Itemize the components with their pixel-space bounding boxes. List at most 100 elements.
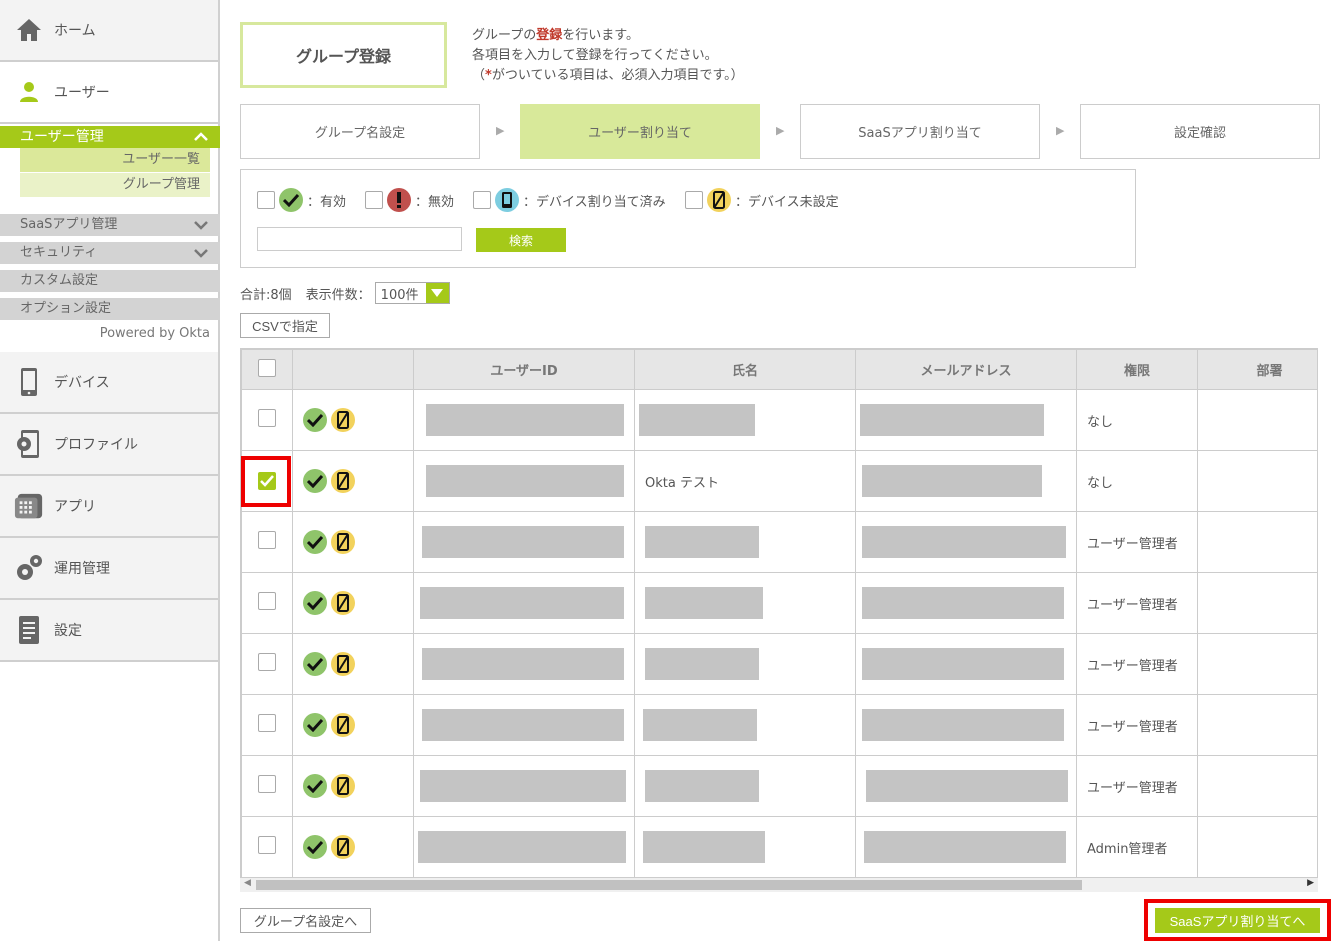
- desc-rest: がついている項目は、必須入力項目です。）: [491, 68, 744, 83]
- valid-check-icon: [303, 591, 327, 615]
- department-cell: [1197, 450, 1317, 512]
- search-input[interactable]: [257, 227, 462, 251]
- device-unset-icon: [331, 591, 355, 615]
- select-all-checkbox[interactable]: [258, 358, 276, 377]
- csv-button[interactable]: CSVで指定: [240, 313, 330, 338]
- filter-invalid-checkbox[interactable]: [365, 191, 383, 209]
- row-select-cell[interactable]: [241, 389, 293, 451]
- row-checkbox[interactable]: [258, 714, 276, 732]
- row-checkbox[interactable]: [258, 409, 276, 427]
- row-select-cell[interactable]: [241, 511, 293, 573]
- table-header-row: ユーザーID 氏名 メールアドレス 権限 部署: [241, 349, 1317, 390]
- row-checkbox[interactable]: [258, 531, 276, 549]
- horizontal-scrollbar[interactable]: ◀ ▶: [240, 878, 1318, 892]
- filter-device-assigned-checkbox[interactable]: [473, 191, 491, 209]
- valid-check-icon: [303, 530, 327, 554]
- row-select-cell[interactable]: [241, 633, 293, 695]
- valid-check-icon: [303, 408, 327, 432]
- name-cell: [634, 755, 856, 817]
- name-cell: Okta テスト: [634, 450, 856, 512]
- filter-device-assigned[interactable]: ：デバイス割り当て済み: [473, 188, 666, 212]
- nav-app[interactable]: アプリ: [0, 476, 218, 538]
- row-checkbox[interactable]: [258, 592, 276, 610]
- sidebar-item-saas[interactable]: SaaSアプリ管理: [0, 214, 220, 236]
- filter-device-unset-label: ：デバイス未設定: [735, 194, 839, 210]
- nav-user[interactable]: ユーザー: [0, 62, 218, 124]
- department-cell: [1197, 389, 1317, 451]
- sidebar-item-custom[interactable]: カスタム設定: [0, 270, 220, 292]
- exclamation-icon: [387, 188, 411, 212]
- department-cell: [1197, 755, 1317, 817]
- department-cell: [1197, 511, 1317, 573]
- sidebar-item-user-mgmt[interactable]: ユーザー管理: [0, 126, 220, 148]
- permission-cell: ユーザー管理者: [1076, 694, 1198, 756]
- filter-valid-label: ：有効: [307, 194, 347, 210]
- search-button[interactable]: 検索: [476, 228, 566, 252]
- user-id-cell: [413, 633, 635, 695]
- desc-post: を行います。: [562, 28, 639, 43]
- scroll-right-icon[interactable]: ▶: [1307, 878, 1314, 888]
- header-email[interactable]: メールアドレス: [855, 349, 1077, 390]
- table-row[interactable]: Okta テスト なし: [241, 450, 1317, 512]
- email-cell: [855, 511, 1077, 573]
- filter-valid-checkbox[interactable]: [257, 191, 275, 209]
- row-select-cell[interactable]: [241, 755, 293, 817]
- scrollbar-thumb[interactable]: [256, 880, 1082, 890]
- filter-invalid[interactable]: ：無効: [365, 188, 454, 212]
- valid-check-icon: [303, 835, 327, 859]
- permission-cell: なし: [1076, 389, 1198, 451]
- header-user-id[interactable]: ユーザーID: [413, 349, 635, 390]
- device-unset-icon: [331, 408, 355, 432]
- row-select-cell[interactable]: [241, 694, 293, 756]
- step-confirm: 設定確認: [1080, 104, 1320, 159]
- permission-cell: Admin管理者: [1076, 816, 1198, 877]
- nav-ops[interactable]: 運用管理: [0, 538, 218, 600]
- redacted-block: [860, 404, 1044, 436]
- table-row[interactable]: ユーザー管理者: [241, 755, 1317, 817]
- email-cell: [855, 694, 1077, 756]
- step-arrow-icon: ▶: [496, 124, 505, 137]
- table-row[interactable]: ユーザー管理者: [241, 633, 1317, 695]
- sidebar-item-user-list[interactable]: ユーザー一覧: [20, 148, 210, 172]
- status-cell: [292, 450, 414, 512]
- nav-device[interactable]: デバイス: [0, 352, 218, 414]
- total-count: 合計:8個: [240, 287, 292, 303]
- row-checkbox[interactable]: [258, 775, 276, 793]
- header-permission[interactable]: 権限: [1076, 349, 1198, 390]
- filter-device-unset[interactable]: ：デバイス未設定: [685, 188, 839, 212]
- permission-cell: ユーザー管理者: [1076, 572, 1198, 634]
- row-select-cell[interactable]: [241, 572, 293, 634]
- table-row[interactable]: なし: [241, 389, 1317, 451]
- list-controls: 合計:8個 表示件数： 100件: [240, 282, 450, 304]
- header-name[interactable]: 氏名: [634, 349, 856, 390]
- nav-settings[interactable]: 設定: [0, 600, 218, 662]
- name-cell: [634, 816, 856, 877]
- per-page-select[interactable]: 100件: [374, 282, 450, 304]
- department-cell: [1197, 633, 1317, 695]
- sidebar-item-option[interactable]: オプション設定: [0, 298, 220, 320]
- row-checkbox[interactable]: [258, 653, 276, 671]
- table-row[interactable]: ユーザー管理者: [241, 572, 1317, 634]
- email-cell: [855, 389, 1077, 451]
- next-button-highlight: SaaSアプリ割り当てへ: [1144, 899, 1331, 941]
- device-assigned-icon: [495, 188, 519, 212]
- back-to-group-name-button[interactable]: グループ名設定へ: [240, 908, 371, 933]
- next-saas-assign-button[interactable]: SaaSアプリ割り当てへ: [1155, 907, 1320, 933]
- table-row[interactable]: Admin管理者: [241, 816, 1317, 877]
- nav-profile[interactable]: プロファイル: [0, 414, 218, 476]
- row-checkbox[interactable]: [258, 836, 276, 854]
- desc-pre: グループの: [472, 28, 537, 43]
- email-cell: [855, 816, 1077, 877]
- filter-valid[interactable]: ：有効: [257, 188, 346, 212]
- redacted-block: [426, 404, 624, 436]
- table-row[interactable]: ユーザー管理者: [241, 694, 1317, 756]
- filter-device-unset-checkbox[interactable]: [685, 191, 703, 209]
- sidebar-item-security[interactable]: セキュリティ: [0, 242, 220, 264]
- header-department[interactable]: 部署: [1197, 349, 1317, 390]
- powered-by: Powered by Okta: [99, 326, 210, 341]
- scroll-left-icon[interactable]: ◀: [244, 878, 251, 888]
- sidebar-item-group-mgmt[interactable]: グループ管理: [20, 173, 210, 197]
- table-row[interactable]: ユーザー管理者: [241, 511, 1317, 573]
- row-select-cell[interactable]: [241, 816, 293, 877]
- nav-home[interactable]: ホーム: [0, 0, 218, 62]
